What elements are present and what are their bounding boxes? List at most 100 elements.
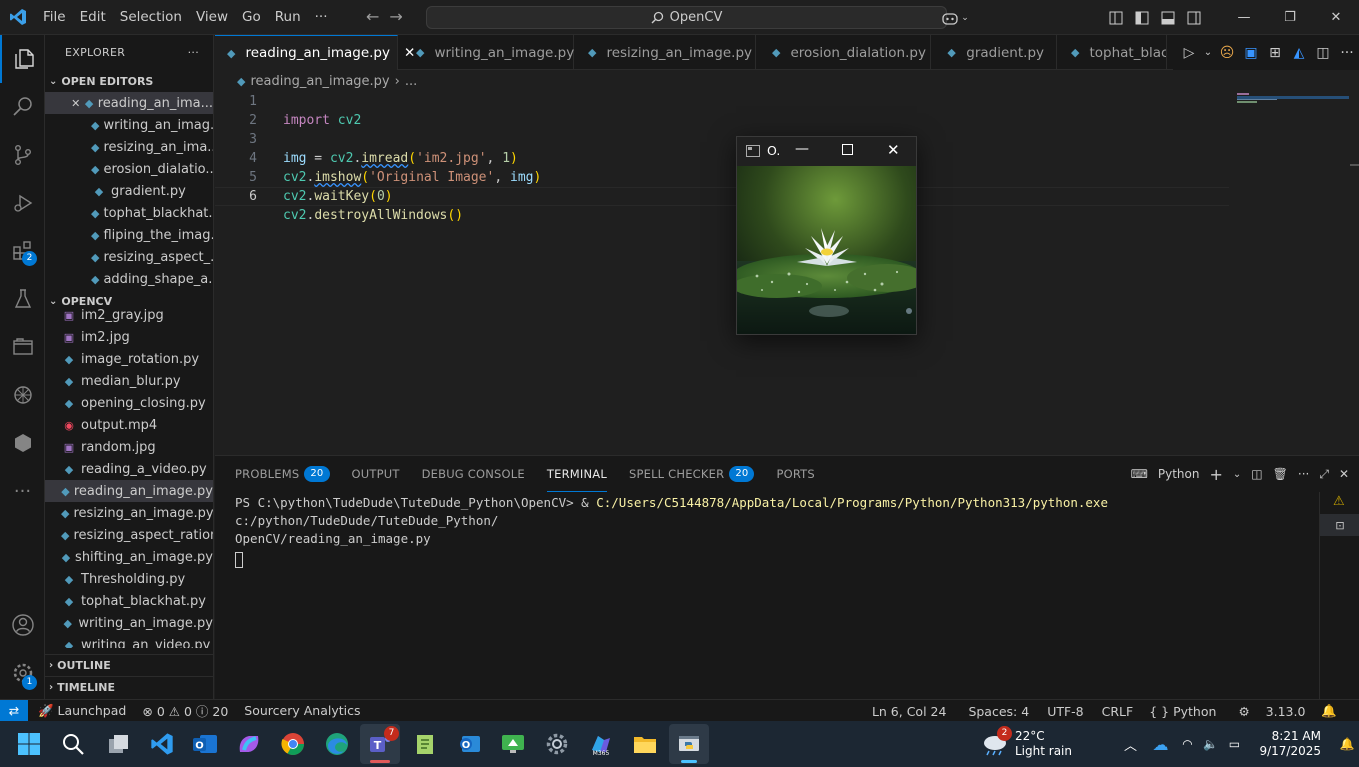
hexagon-extension-icon[interactable]	[0, 419, 45, 467]
editor-scrollbar[interactable]	[1350, 164, 1359, 166]
menu-edit[interactable]: Edit	[73, 0, 113, 35]
menu-file[interactable]: File	[36, 0, 73, 35]
copilot-status-icon[interactable]: ⚙	[1224, 704, 1257, 719]
chevron-down-icon[interactable]: ⌄	[1233, 469, 1241, 480]
more-actions-icon[interactable]: ···	[1298, 467, 1309, 481]
testing-icon[interactable]	[0, 275, 45, 323]
file-tree-item[interactable]: ▣ random.jpg	[45, 436, 213, 458]
encoding[interactable]: UTF-8	[1037, 704, 1091, 719]
tab-erosion-dialation[interactable]: ◆ erosion_dialation.py	[756, 35, 931, 70]
microsoft-365-icon[interactable]: M365	[581, 724, 621, 764]
account-icon[interactable]	[0, 601, 45, 649]
more-views-icon[interactable]: ···	[0, 467, 45, 515]
tab-debug-console[interactable]: DEBUG CONSOLE	[422, 456, 525, 492]
file-tree-item[interactable]: ▣ im2.jpg	[45, 326, 213, 348]
run-dropdown-icon[interactable]: ⌄	[1201, 47, 1215, 58]
tab-terminal[interactable]: TERMINAL	[546, 456, 607, 492]
notification-bell-icon[interactable]: 🔔	[1335, 737, 1359, 751]
extensions-icon[interactable]: 2	[0, 227, 45, 275]
file-tree-item[interactable]: ◆ reading_an_image.py	[45, 480, 213, 502]
file-tree-item[interactable]: ◆ image_rotation.py	[45, 348, 213, 370]
file-tree-item[interactable]: ◆ shifting_an_image.py	[45, 546, 213, 568]
close-icon[interactable]: ✕	[71, 97, 80, 110]
emoji-extension-icon[interactable]: ☹	[1215, 45, 1239, 61]
launchpad-item[interactable]: 🚀 Launchpad	[28, 703, 134, 719]
file-tree-item[interactable]: ◆ tophat_blackhat.py	[45, 590, 213, 612]
customize-layout-icon[interactable]	[1103, 0, 1129, 35]
maximize-panel-icon[interactable]: ⤢	[1319, 467, 1329, 482]
python-version[interactable]: 3.13.0	[1258, 704, 1314, 719]
end-of-line[interactable]: CRLF	[1092, 704, 1142, 719]
tab-spell-checker[interactable]: SPELL CHECKER 20	[629, 456, 755, 492]
problems-summary[interactable]: ⊗ 0 ⚠ 0 ⓘ 20	[134, 701, 236, 720]
wifi-icon[interactable]: ◠	[1175, 737, 1199, 751]
teams-icon[interactable]: T 7	[360, 724, 400, 764]
sourcery-analytics[interactable]: Sourcery Analytics	[236, 703, 368, 718]
file-tree-item[interactable]: ◆resizing_aspect_ration...	[45, 524, 213, 546]
warning-icon[interactable]: ⚠	[1333, 494, 1345, 509]
source-control-icon[interactable]	[0, 131, 45, 179]
sourcery-icon[interactable]: ◭	[1287, 45, 1311, 61]
new-terminal-icon[interactable]: +	[1210, 465, 1223, 484]
command-center-search[interactable]: OpenCV	[426, 6, 947, 29]
terminal-instance-icon[interactable]: ⊡	[1320, 514, 1359, 536]
outline-header[interactable]: › OUTLINE	[45, 654, 213, 676]
toggle-secondary-sidebar-icon[interactable]	[1181, 0, 1207, 35]
remote-explorer-icon[interactable]	[0, 323, 45, 371]
file-tree-item[interactable]: ◆ median_blur.py	[45, 370, 213, 392]
minimize-icon[interactable]: —	[1221, 0, 1267, 35]
task-view-icon[interactable]	[99, 724, 139, 764]
volume-icon[interactable]: 🔈	[1199, 737, 1221, 751]
image-window-titlebar[interactable]: O. — ✕	[737, 137, 916, 166]
open-editor-item[interactable]: ◆ fliping_the_imag...	[45, 224, 213, 246]
close-icon[interactable]: ✕	[887, 141, 900, 159]
settings-gear-icon[interactable]	[537, 724, 577, 764]
manage-gear-icon[interactable]: 1	[0, 649, 45, 697]
battery-icon[interactable]: ▭	[1221, 737, 1247, 751]
file-tree-item[interactable]: ◆ opening_closing.py	[45, 392, 213, 414]
tab-ports[interactable]: PORTS	[776, 456, 814, 492]
open-editor-item[interactable]: ◆ writing_an_imag...	[45, 114, 213, 136]
explorer-more-icon[interactable]: ···	[188, 46, 199, 59]
copilot-icon[interactable]: ⌄	[935, 0, 975, 35]
run-play-icon[interactable]: ▷	[1177, 45, 1201, 61]
tab-problems[interactable]: PROBLEMS 20	[235, 456, 330, 492]
menu-selection[interactable]: Selection	[113, 0, 189, 35]
open-preview-icon[interactable]: ⊞	[1263, 45, 1287, 61]
explorer-icon[interactable]	[0, 35, 45, 83]
search-icon[interactable]	[0, 83, 45, 131]
close-icon[interactable]: ✕	[1339, 467, 1349, 481]
toggle-panel-icon[interactable]	[1155, 0, 1181, 35]
outlook-icon[interactable]: O	[185, 724, 225, 764]
trash-icon[interactable]: 🗑	[1273, 467, 1288, 481]
copilot-taskbar-icon[interactable]	[229, 724, 269, 764]
run-debug-icon[interactable]	[0, 179, 45, 227]
menu-run[interactable]: Run	[268, 0, 308, 35]
tab-tophat-blackhat[interactable]: ◆ tophat_blac	[1057, 35, 1167, 70]
file-tree-item[interactable]: ◆ writing_an_image.py	[45, 612, 213, 634]
tab-output[interactable]: OUTPUT	[352, 456, 400, 492]
file-tree-item[interactable]: ◆ reading_a_video.py	[45, 458, 213, 480]
file-explorer-icon[interactable]	[625, 724, 665, 764]
timeline-header[interactable]: › TIMELINE	[45, 676, 213, 698]
minimize-icon[interactable]: —	[795, 141, 809, 157]
notifications-bell-icon[interactable]: 🔔	[1313, 703, 1345, 719]
remote-desktop-icon[interactable]	[493, 724, 533, 764]
breadcrumb-symbol[interactable]: ...	[405, 74, 417, 89]
split-terminal-icon[interactable]: ◫	[1251, 467, 1262, 481]
edge-icon[interactable]	[317, 724, 357, 764]
file-tree-item[interactable]: ◆ writing_an_video.py	[45, 634, 213, 649]
open-editor-item[interactable]: ✕ ◆ reading_an_ima...	[45, 92, 213, 114]
outlook-new-icon[interactable]: O	[449, 724, 489, 764]
file-tree-item[interactable]: ◉ output.mp4	[45, 414, 213, 436]
restore-icon[interactable]: ❐	[1267, 0, 1313, 35]
open-editors-header[interactable]: ⌄ OPEN EDITORS	[45, 70, 213, 92]
open-editor-item[interactable]: ◆ resizing_an_ima...	[45, 136, 213, 158]
breadcrumb-file[interactable]: reading_an_image.py	[250, 74, 389, 89]
chrome-icon[interactable]	[273, 724, 313, 764]
terminal-shell-label[interactable]: Python	[1158, 467, 1200, 481]
search-icon[interactable]	[53, 724, 93, 764]
minimap[interactable]	[1237, 92, 1349, 104]
notepad-plus-icon[interactable]	[405, 724, 445, 764]
tab-reading-an-image[interactable]: ◆ reading_an_image.py ✕	[215, 35, 415, 70]
